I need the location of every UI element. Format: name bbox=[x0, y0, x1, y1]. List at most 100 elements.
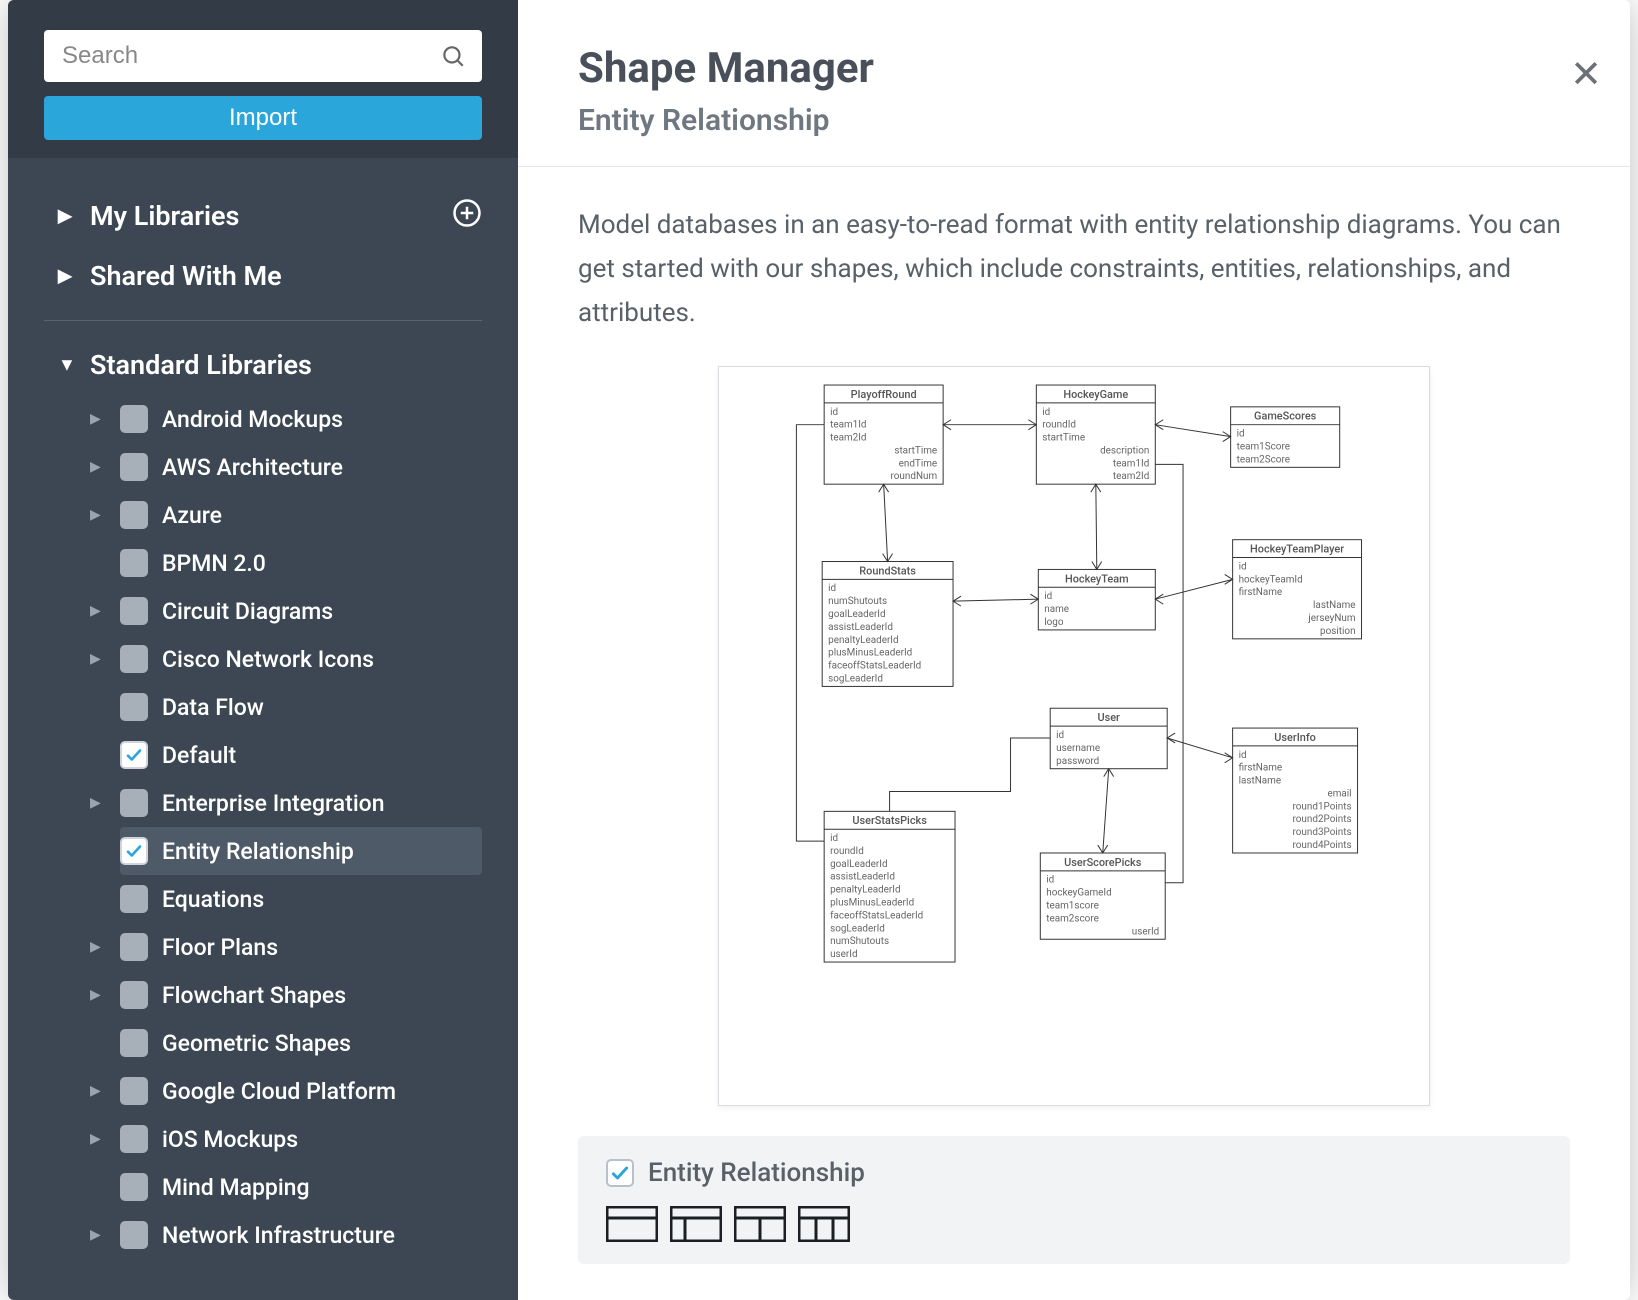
library-checkbox[interactable] bbox=[120, 1173, 148, 1201]
svg-text:sogLeaderId: sogLeaderId bbox=[828, 673, 883, 684]
main-panel: ✕ Shape Manager Entity Relationship Mode… bbox=[518, 0, 1630, 1300]
library-item-label: Android Mockups bbox=[162, 406, 343, 433]
library-item-aws-architecture[interactable]: ▶AWS Architecture bbox=[120, 443, 482, 491]
library-checkbox[interactable] bbox=[120, 837, 148, 865]
library-checkbox[interactable] bbox=[120, 885, 148, 913]
entity-shape-icon[interactable] bbox=[734, 1206, 786, 1242]
svg-text:id: id bbox=[1046, 874, 1054, 885]
svg-text:name: name bbox=[1044, 604, 1069, 615]
library-item-floor-plans[interactable]: ▶Floor Plans bbox=[120, 923, 482, 971]
library-item-cisco-network-icons[interactable]: ▶Cisco Network Icons bbox=[120, 635, 482, 683]
library-checkbox[interactable] bbox=[120, 933, 148, 961]
library-item-equations[interactable]: Equations bbox=[120, 875, 482, 923]
section-my-libraries[interactable]: ▶ My Libraries bbox=[58, 186, 482, 246]
library-checkbox[interactable] bbox=[120, 981, 148, 1009]
library-checkbox[interactable] bbox=[120, 789, 148, 817]
close-button[interactable]: ✕ bbox=[1570, 56, 1602, 94]
svg-text:hockeyGameId: hockeyGameId bbox=[1046, 887, 1111, 898]
svg-text:id: id bbox=[830, 833, 838, 844]
library-item-default[interactable]: Default bbox=[120, 731, 482, 779]
svg-text:HockeyTeamPlayer: HockeyTeamPlayer bbox=[1250, 542, 1344, 555]
library-item-data-flow[interactable]: Data Flow bbox=[120, 683, 482, 731]
svg-text:plusMinusLeaderId: plusMinusLeaderId bbox=[828, 647, 912, 658]
section-shared-with-me[interactable]: ▶ Shared With Me bbox=[58, 246, 482, 306]
shape-thumbnails bbox=[606, 1206, 1542, 1242]
library-checkbox[interactable] bbox=[120, 453, 148, 481]
library-item-bpmn-2-0[interactable]: BPMN 2.0 bbox=[120, 539, 482, 587]
library-checkbox[interactable] bbox=[606, 1159, 634, 1187]
svg-text:PlayoffRound: PlayoffRound bbox=[851, 387, 917, 400]
svg-text:round1Points: round1Points bbox=[1293, 801, 1352, 812]
library-item-label: BPMN 2.0 bbox=[162, 550, 266, 577]
section-standard-libraries[interactable]: ▼ Standard Libraries bbox=[58, 335, 482, 395]
add-library-button[interactable] bbox=[452, 198, 482, 235]
svg-text:id: id bbox=[828, 583, 836, 594]
library-item-entity-relationship[interactable]: Entity Relationship bbox=[120, 827, 482, 875]
svg-text:UserInfo: UserInfo bbox=[1274, 731, 1316, 744]
svg-text:startTime: startTime bbox=[894, 445, 937, 456]
library-item-label: iOS Mockups bbox=[162, 1126, 298, 1153]
import-button[interactable]: Import bbox=[44, 96, 482, 140]
svg-text:goalLeaderId: goalLeaderId bbox=[830, 858, 887, 869]
library-item-label: Mind Mapping bbox=[162, 1174, 310, 1201]
svg-text:team2Id: team2Id bbox=[830, 432, 866, 443]
svg-text:roundId: roundId bbox=[1042, 419, 1076, 430]
library-checkbox[interactable] bbox=[120, 741, 148, 769]
library-item-network-infrastructure[interactable]: ▶Network Infrastructure bbox=[120, 1211, 482, 1259]
library-checkbox[interactable] bbox=[120, 597, 148, 625]
svg-text:UserStatsPicks: UserStatsPicks bbox=[852, 814, 927, 827]
library-item-azure[interactable]: ▶Azure bbox=[120, 491, 482, 539]
library-item-enterprise-integration[interactable]: ▶Enterprise Integration bbox=[120, 779, 482, 827]
svg-text:round4Points: round4Points bbox=[1293, 840, 1352, 851]
library-toggle-row[interactable]: Entity Relationship bbox=[606, 1158, 1542, 1188]
library-item-circuit-diagrams[interactable]: ▶Circuit Diagrams bbox=[120, 587, 482, 635]
svg-text:assistLeaderId: assistLeaderId bbox=[828, 621, 893, 632]
svg-text:logo: logo bbox=[1044, 617, 1064, 628]
svg-text:roundId: roundId bbox=[830, 846, 864, 857]
library-item-flowchart-shapes[interactable]: ▶Flowchart Shapes bbox=[120, 971, 482, 1019]
svg-text:round2Points: round2Points bbox=[1293, 814, 1352, 825]
shape-manager-dialog: Import ▶ My Libraries ▶ Shared With Me bbox=[8, 0, 1630, 1300]
svg-text:lastName: lastName bbox=[1239, 775, 1282, 786]
svg-text:id: id bbox=[1239, 561, 1247, 572]
library-item-google-cloud-platform[interactable]: ▶Google Cloud Platform bbox=[120, 1067, 482, 1115]
library-item-android-mockups[interactable]: ▶Android Mockups bbox=[120, 395, 482, 443]
search-input[interactable] bbox=[44, 30, 482, 82]
svg-text:User: User bbox=[1097, 711, 1120, 724]
library-item-label: Default bbox=[162, 742, 236, 769]
svg-text:team1Id: team1Id bbox=[830, 419, 866, 430]
library-item-label: Entity Relationship bbox=[162, 838, 354, 865]
entity-shape-icon[interactable] bbox=[670, 1206, 722, 1242]
sidebar-top: Import bbox=[8, 0, 518, 158]
library-checkbox[interactable] bbox=[120, 1029, 148, 1057]
page-subtitle: Entity Relationship bbox=[578, 103, 1570, 138]
svg-text:HockeyGame: HockeyGame bbox=[1063, 387, 1128, 400]
library-item-label: Floor Plans bbox=[162, 934, 278, 961]
chevron-right-icon: ▶ bbox=[90, 459, 101, 475]
library-checkbox[interactable] bbox=[120, 405, 148, 433]
entity-shape-icon[interactable] bbox=[798, 1206, 850, 1242]
svg-text:numShutouts: numShutouts bbox=[830, 936, 889, 947]
section-label: My Libraries bbox=[90, 200, 239, 232]
library-item-ios-mockups[interactable]: ▶iOS Mockups bbox=[120, 1115, 482, 1163]
library-checkbox[interactable] bbox=[120, 693, 148, 721]
library-checkbox[interactable] bbox=[120, 549, 148, 577]
library-item-label: Enterprise Integration bbox=[162, 790, 385, 817]
library-tree[interactable]: ▶ My Libraries ▶ Shared With Me ▼ Standa… bbox=[8, 158, 518, 1300]
library-item-label: Google Cloud Platform bbox=[162, 1078, 396, 1105]
chevron-right-icon: ▶ bbox=[90, 651, 101, 667]
entity-shape-icon[interactable] bbox=[606, 1206, 658, 1242]
library-checkbox[interactable] bbox=[120, 645, 148, 673]
svg-text:team1Id: team1Id bbox=[1113, 458, 1149, 469]
svg-text:round3Points: round3Points bbox=[1293, 827, 1352, 838]
library-checkbox[interactable] bbox=[120, 1125, 148, 1153]
library-checkbox[interactable] bbox=[120, 501, 148, 529]
library-checkbox[interactable] bbox=[120, 1077, 148, 1105]
library-item-mind-mapping[interactable]: Mind Mapping bbox=[120, 1163, 482, 1211]
library-checkbox[interactable] bbox=[120, 1221, 148, 1249]
svg-text:email: email bbox=[1327, 788, 1351, 799]
library-item-label: AWS Architecture bbox=[162, 454, 343, 481]
library-item-geometric-shapes[interactable]: Geometric Shapes bbox=[120, 1019, 482, 1067]
chevron-right-icon: ▶ bbox=[90, 411, 101, 427]
svg-text:GameScores: GameScores bbox=[1254, 409, 1317, 422]
